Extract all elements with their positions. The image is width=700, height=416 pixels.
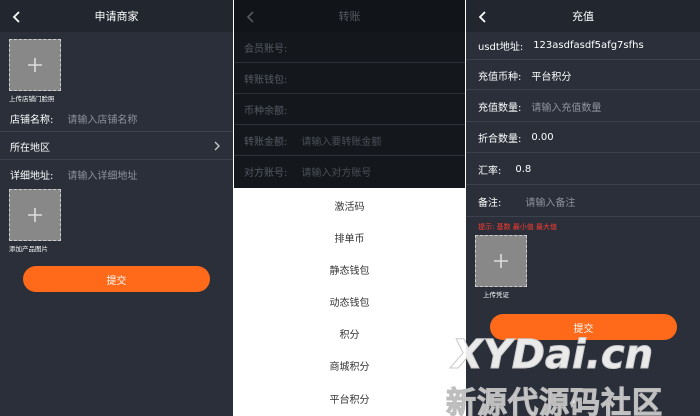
page-title: 充值	[572, 10, 594, 23]
page-title: 申请商家	[94, 10, 139, 23]
address-row[interactable]: 详细地址: 请输入详细地址	[0, 161, 233, 187]
product-photo-caption: 添加产品图片	[9, 245, 48, 253]
hint-text: 提示: 基数 最小值 最大值	[478, 223, 558, 231]
wallet-option[interactable]: 商城积分	[234, 349, 465, 381]
shop-photo-caption: 上传店铺门脸照	[9, 95, 55, 103]
region-label: 所在地区	[10, 142, 50, 154]
watermark-domain: XYDai.cn	[451, 332, 654, 379]
header: 转账	[234, 0, 465, 32]
watermark-site-name: 新源代源码社区	[446, 386, 663, 416]
row-label: 对方账号:	[244, 168, 288, 179]
currency-value[interactable]: 平台积分	[531, 68, 571, 83]
amount-input: 请输入要转账金额	[301, 136, 382, 148]
row-label: 转账钱包:	[244, 74, 288, 86]
wallet-row: 转账钱包:	[234, 63, 465, 94]
note-row[interactable]: 备注: 请输入备注	[466, 186, 700, 217]
back-arrow-icon[interactable]	[244, 9, 258, 23]
header: 充值	[466, 0, 700, 32]
shop-name-row[interactable]: 店铺名称: 请输入店铺名称	[0, 106, 233, 132]
plus-icon	[28, 58, 42, 72]
currency-label: 充值币种:	[478, 71, 522, 83]
shop-name-input[interactable]: 请输入店铺名称	[67, 111, 137, 126]
back-arrow-icon[interactable]	[10, 9, 24, 23]
wallet-option[interactable]: 平台积分	[234, 382, 465, 414]
amount-row: 转账金额: 请输入要转账金额	[234, 125, 465, 156]
converted-label: 折合数量:	[478, 134, 522, 145]
wallet-option[interactable]: 排单币	[234, 221, 465, 253]
address-label: 详细地址:	[10, 170, 54, 182]
upload-box[interactable]	[475, 235, 527, 287]
rate-value: 0.8	[515, 163, 532, 175]
note-input[interactable]: 请输入备注	[525, 194, 575, 209]
rate-row: 汇率: 0.8	[466, 154, 700, 185]
target-account-row: 对方账号: 请输入对方账号	[234, 156, 465, 187]
amount-input[interactable]: 请输入充值数量	[531, 99, 601, 114]
row-label: 币种余额:	[244, 105, 288, 117]
usdt-address-row: usdt地址: 123asdfasdf5afg7sfhs	[466, 32, 700, 60]
usdt-value: 123asdfasdf5afg7sfhs	[533, 40, 644, 51]
plus-icon	[494, 254, 508, 268]
address-input[interactable]: 请输入详细地址	[67, 167, 137, 182]
voucher-caption: 上传凭证	[483, 291, 509, 299]
converted-row: 折合数量: 0.00	[466, 123, 700, 153]
row-label: 转账金额:	[244, 136, 288, 148]
header: 申请商家	[0, 0, 233, 32]
region-row[interactable]: 所在地区	[0, 133, 233, 160]
product-photo-upload[interactable]: 添加产品图片	[9, 189, 61, 253]
currency-row[interactable]: 充值币种: 平台积分	[466, 61, 700, 90]
chevron-right-icon	[213, 141, 221, 154]
row-label: 会员账号:	[244, 43, 288, 55]
member-account-row: 会员账号:	[234, 32, 465, 63]
wallet-option[interactable]: 静态钱包	[234, 253, 465, 285]
amount-label: 充值数量:	[478, 102, 522, 114]
merchant-apply-screen: 申请商家 上传店铺门脸照 店铺名称: 请输入店铺名称 所在地区 详细地址: 请输…	[0, 0, 233, 416]
target-account-input: 请输入对方账号	[301, 168, 372, 179]
wallet-option[interactable]: 激活码	[234, 189, 465, 221]
wallet-option[interactable]: 动态钱包	[234, 285, 465, 317]
page-title: 转账	[338, 10, 361, 23]
wallet-picker-sheet: 激活码 排单币 静态钱包 动态钱包 积分 商城积分 平台积分	[234, 188, 465, 416]
shop-name-label: 店铺名称:	[10, 115, 54, 126]
back-arrow-icon[interactable]	[476, 9, 490, 23]
amount-row[interactable]: 充值数量: 请输入充值数量	[466, 91, 700, 122]
balance-row: 币种余额:	[234, 94, 465, 125]
converted-value: 0.00	[531, 132, 554, 143]
transfer-screen: 转账 会员账号: 转账钱包: 币种余额: 转账金额: 请输入要转账金额 对方账号…	[234, 0, 465, 416]
note-label: 备注:	[478, 197, 502, 209]
shop-photo-upload[interactable]: 上传店铺门脸照	[9, 39, 61, 103]
voucher-upload[interactable]: 上传凭证	[475, 235, 527, 299]
rate-label: 汇率:	[478, 165, 502, 177]
wallet-option[interactable]: 积分	[234, 317, 465, 349]
upload-box[interactable]	[9, 189, 61, 241]
submit-button[interactable]: 提交	[23, 266, 210, 292]
upload-box[interactable]	[9, 39, 61, 91]
plus-icon	[28, 208, 42, 222]
usdt-label: usdt地址:	[478, 42, 524, 53]
